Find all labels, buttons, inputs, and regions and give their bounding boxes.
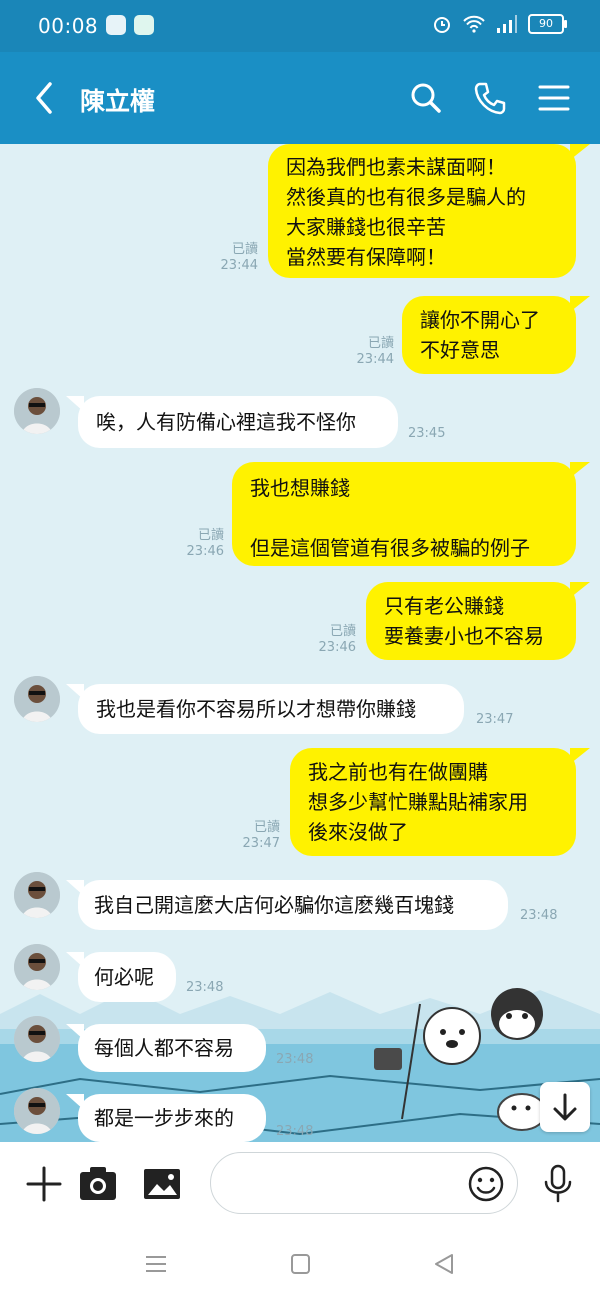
back-arrow-icon[interactable]	[30, 78, 60, 118]
message-text: 何必呢	[94, 965, 154, 989]
emoji-icon[interactable]	[466, 1164, 506, 1204]
camera-icon[interactable]	[76, 1162, 120, 1206]
system-navigation-bar	[0, 1228, 600, 1300]
message-text: 我之前也有在做團購 想多少幫忙賺點貼補家用 後來沒做了	[308, 760, 528, 844]
avatar-image	[14, 388, 60, 434]
scroll-down-button[interactable]	[540, 1082, 590, 1132]
back-nav-icon[interactable]	[430, 1250, 458, 1278]
message-meta: 已讀 23:44	[336, 336, 394, 368]
message-meta: 已讀 23:46	[298, 624, 356, 656]
message-text: 我也是看你不容易所以才想帶你賺錢	[96, 697, 416, 721]
read-receipt: 已讀	[367, 336, 394, 351]
message-text: 讓你不開心了 不好意思	[420, 308, 540, 362]
avatar[interactable]	[14, 1016, 60, 1062]
outgoing-message[interactable]: 因為我們也素未謀面啊！ 然後真的也有很多是騙人的 大家賺錢也很辛苦 當然要有保障…	[268, 144, 590, 278]
home-icon[interactable]	[286, 1250, 314, 1278]
message-meta: 已讀 23:46	[166, 528, 224, 560]
message-text: 每個人都不容易	[94, 1036, 234, 1060]
avatar-image	[14, 872, 60, 918]
message-time: 23:45	[408, 426, 446, 441]
message-time: 23:44	[220, 258, 258, 273]
contact-name: 陳立權	[80, 87, 156, 116]
avatar-image	[14, 676, 60, 722]
incoming-message[interactable]: 我自己開這麼大店何必騙你這麽幾百塊錢	[66, 880, 508, 930]
message-meta: 已讀 23:44	[200, 242, 258, 274]
avatar[interactable]	[14, 676, 60, 722]
outgoing-message[interactable]: 我也想賺錢 但是這個管道有很多被騙的例子	[232, 462, 590, 566]
message-time: 23:47	[476, 712, 514, 727]
message-time: 23:47	[242, 836, 280, 851]
alarm-icon	[434, 17, 450, 33]
read-receipt: 已讀	[197, 528, 224, 543]
status-time: 00:08	[38, 14, 99, 38]
incoming-message[interactable]: 我也是看你不容易所以才想帶你賺錢	[66, 684, 464, 734]
outgoing-message[interactable]: 我之前也有在做團購 想多少幫忙賺點貼補家用 後來沒做了	[290, 748, 590, 856]
incoming-message[interactable]: 每個人都不容易	[66, 1024, 266, 1072]
avatar-image	[14, 1016, 60, 1062]
notification-app-icon	[106, 15, 126, 35]
message-time: 23:48	[276, 1052, 314, 1067]
message-text: 我自己開這麼大店何必騙你這麽幾百塊錢	[94, 893, 454, 917]
read-receipt: 已讀	[329, 624, 356, 639]
read-receipt: 已讀	[231, 242, 258, 257]
microphone-icon[interactable]	[536, 1162, 580, 1206]
message-time: 23:48	[520, 908, 558, 923]
menu-icon[interactable]	[534, 78, 574, 118]
incoming-message[interactable]: 唉，人有防備心裡這我不怪你	[66, 396, 398, 448]
message-text: 都是一步步來的	[94, 1106, 234, 1130]
message-text: 唉，人有防備心裡這我不怪你	[96, 410, 356, 434]
avatar-image	[14, 1088, 60, 1134]
message-time: 23:46	[318, 640, 356, 655]
avatar[interactable]	[14, 1088, 60, 1134]
avatar[interactable]	[14, 388, 60, 434]
message-input-bar	[0, 1142, 600, 1228]
battery-indicator: 90	[528, 14, 567, 34]
incoming-message[interactable]: 何必呢	[66, 952, 176, 1002]
message-time: 23:48	[186, 980, 224, 995]
seal-sticker	[497, 1093, 547, 1131]
message-time: 23:48	[276, 1124, 314, 1139]
message-time: 23:44	[356, 352, 394, 367]
signal-icon	[497, 15, 517, 33]
search-icon[interactable]	[406, 78, 446, 118]
message-text: 我也想賺錢 但是這個管道有很多被騙的例子	[250, 476, 530, 560]
recent-apps-icon[interactable]	[142, 1250, 170, 1278]
avatar-image	[14, 944, 60, 990]
image-icon[interactable]	[140, 1162, 184, 1206]
plus-icon[interactable]	[22, 1162, 66, 1206]
message-meta: 已讀 23:47	[222, 820, 280, 852]
scroll-down-icon	[553, 1093, 577, 1121]
outgoing-message[interactable]: 只有老公賺錢 要養妻小也不容易	[366, 582, 590, 660]
husky-sticker	[491, 988, 543, 1040]
message-text: 只有老公賺錢 要養妻小也不容易	[384, 594, 544, 648]
phone-icon[interactable]	[470, 78, 510, 118]
message-time: 23:46	[186, 544, 224, 559]
avatar[interactable]	[14, 944, 60, 990]
status-bar: 00:08 90	[0, 0, 600, 52]
wifi-icon	[463, 15, 485, 33]
status-icons: 90	[432, 14, 567, 34]
outgoing-message[interactable]: 讓你不開心了 不好意思	[402, 296, 590, 374]
read-receipt: 已讀	[253, 820, 280, 835]
notification-chat-icon	[134, 15, 154, 35]
chat-header: 陳立權	[0, 52, 600, 144]
incoming-message[interactable]: 都是一步步來的	[66, 1094, 266, 1142]
avatar[interactable]	[14, 872, 60, 918]
message-text: 因為我們也素未謀面啊！ 然後真的也有很多是騙人的 大家賺錢也很辛苦 當然要有保障…	[286, 155, 526, 269]
chat-area[interactable]: 已讀 23:44 因為我們也素未謀面啊！ 然後真的也有很多是騙人的 大家賺錢也很…	[0, 144, 600, 1142]
